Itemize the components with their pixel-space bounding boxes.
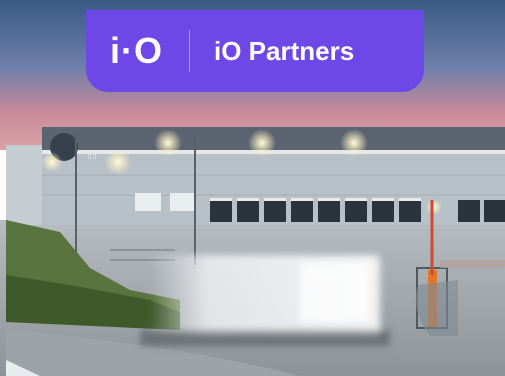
building-sign: ▯ ▯: [88, 154, 96, 160]
io-logo: i·O: [110, 30, 163, 71]
brand-banner: i·O iO Partners: [86, 10, 424, 92]
hero-card: ▯ ▯ i·O iO Partners: [0, 0, 505, 376]
brand-name: iO Partners: [214, 36, 355, 66]
banner-divider: [189, 30, 190, 72]
